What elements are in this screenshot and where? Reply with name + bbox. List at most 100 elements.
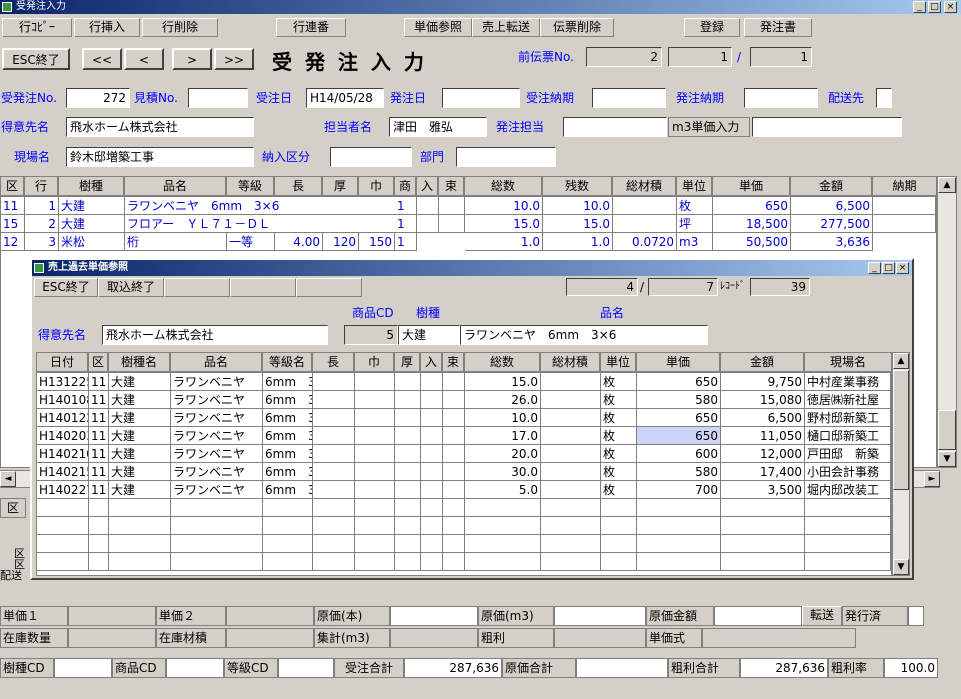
- grid-cell[interactable]: [395, 517, 421, 535]
- grid-cell[interactable]: [465, 499, 541, 517]
- grid-cell[interactable]: [355, 409, 395, 427]
- grid-cell[interactable]: [355, 391, 395, 409]
- grid-cell[interactable]: 米松: [59, 233, 125, 251]
- grid-cell[interactable]: 小田会計事務: [805, 463, 891, 481]
- grid-cell[interactable]: 650: [637, 409, 721, 427]
- grid-cell[interactable]: [541, 391, 601, 409]
- grid-cell[interactable]: [541, 409, 601, 427]
- grid-cell[interactable]: 11: [89, 481, 109, 499]
- grid-cell[interactable]: [395, 553, 421, 571]
- next-record-button[interactable]: >: [172, 48, 212, 70]
- grid-cell[interactable]: 枚: [601, 391, 637, 409]
- grid-cell[interactable]: [601, 553, 637, 571]
- scroll-up-icon[interactable]: ▲: [938, 177, 956, 193]
- grid-cell[interactable]: [421, 481, 443, 499]
- grid-cell[interactable]: 650: [713, 197, 791, 215]
- grid-cell[interactable]: 17.0: [465, 427, 541, 445]
- grid-cell[interactable]: 一等: [227, 233, 275, 251]
- grid-cell[interactable]: 野村邸新築工: [805, 409, 891, 427]
- customer-field[interactable]: 飛水ホーム株式会社: [66, 117, 254, 137]
- grid-cell[interactable]: [443, 463, 465, 481]
- grid-cell[interactable]: 大建: [109, 373, 171, 391]
- grid-cell[interactable]: [443, 373, 465, 391]
- grid-cell[interactable]: 6mm 3×6: [263, 463, 313, 481]
- grid-cell[interactable]: [421, 553, 443, 571]
- sales-transfer-button[interactable]: 売上転送: [472, 18, 540, 37]
- grid-cell[interactable]: 20.0: [465, 445, 541, 463]
- grid-cell[interactable]: 1: [395, 215, 417, 233]
- table-row[interactable]: H14021511大建ラワンベニヤ6mm 3×6 30.0 枚58017,400小田…: [37, 463, 891, 481]
- grid-cell[interactable]: 50,500: [713, 233, 791, 251]
- minimize-icon[interactable]: _: [913, 1, 926, 13]
- grid-cell[interactable]: [109, 535, 171, 553]
- grid-cell[interactable]: [355, 373, 395, 391]
- grid-cell[interactable]: 18,500: [713, 215, 791, 233]
- scroll-down-icon[interactable]: ▼: [938, 451, 956, 467]
- grade-cd-field[interactable]: [278, 658, 334, 678]
- grid-cell[interactable]: [637, 499, 721, 517]
- grid-cell[interactable]: [637, 553, 721, 571]
- grid-cell[interactable]: ラワンベニヤ: [171, 463, 263, 481]
- grid-cell[interactable]: [313, 463, 355, 481]
- grid-cell[interactable]: 枚: [601, 427, 637, 445]
- grid-cell[interactable]: 大建: [109, 445, 171, 463]
- grid-cell[interactable]: [541, 535, 601, 553]
- popup-scroll-up-icon[interactable]: ▲: [893, 353, 909, 369]
- grid-cell[interactable]: [421, 391, 443, 409]
- grid-cell[interactable]: [395, 409, 421, 427]
- grid-cell[interactable]: [263, 517, 313, 535]
- grid-cell[interactable]: [721, 553, 805, 571]
- grid-cell[interactable]: 3,500: [721, 481, 805, 499]
- grid-cell[interactable]: 枚: [677, 197, 713, 215]
- cost-m3-field[interactable]: [554, 606, 646, 626]
- grid-cell[interactable]: [395, 499, 421, 517]
- po-due-field[interactable]: [744, 88, 818, 108]
- grid-cell[interactable]: 15.0: [465, 215, 543, 233]
- scroll-right-icon[interactable]: ►: [924, 471, 940, 487]
- popup-scroll-thumb[interactable]: [893, 370, 909, 490]
- grid-cell[interactable]: [443, 391, 465, 409]
- order-date-field[interactable]: H14/05/28: [306, 88, 384, 108]
- grid-cell[interactable]: [601, 517, 637, 535]
- grid-cell[interactable]: [395, 535, 421, 553]
- grid-cell[interactable]: [541, 427, 601, 445]
- grid-cell[interactable]: 150: [359, 233, 395, 251]
- grid-cell[interactable]: 700: [637, 481, 721, 499]
- grid-cell[interactable]: H140203: [37, 427, 89, 445]
- po-document-button[interactable]: 発注書: [744, 18, 812, 37]
- scroll-thumb[interactable]: [938, 410, 956, 450]
- grid-cell[interactable]: [171, 517, 263, 535]
- grid-cell[interactable]: 580: [637, 391, 721, 409]
- grid-cell[interactable]: [721, 517, 805, 535]
- grid-cell[interactable]: [37, 535, 89, 553]
- grid-cell[interactable]: 10.0: [543, 197, 613, 215]
- grid-cell[interactable]: [263, 535, 313, 553]
- grid-cell[interactable]: [171, 499, 263, 517]
- grid-cell[interactable]: [355, 481, 395, 499]
- grid-cell[interactable]: [421, 427, 443, 445]
- grid-cell[interactable]: 26.0: [465, 391, 541, 409]
- grid-cell[interactable]: [443, 481, 465, 499]
- price-ref-button[interactable]: 単価参照: [404, 18, 472, 37]
- species-cd-field[interactable]: [54, 658, 112, 678]
- grid-cell[interactable]: [465, 535, 541, 553]
- quote-no-field[interactable]: [188, 88, 248, 108]
- row-insert-button[interactable]: 行挿入: [74, 18, 140, 37]
- grid-cell[interactable]: [313, 553, 355, 571]
- rep-field[interactable]: 津田 雅弘: [389, 117, 487, 137]
- grid-cell[interactable]: [421, 445, 443, 463]
- grid-cell[interactable]: 11: [89, 463, 109, 481]
- grid-cell[interactable]: H131225: [37, 373, 89, 391]
- grid-cell[interactable]: ラワンベニヤ: [171, 445, 263, 463]
- grid-cell[interactable]: 2: [25, 215, 59, 233]
- grid-cell[interactable]: 3: [25, 233, 59, 251]
- grid-cell[interactable]: 11: [89, 391, 109, 409]
- grid-cell[interactable]: 6mm 3×6: [263, 445, 313, 463]
- grid-cell[interactable]: 17,400: [721, 463, 805, 481]
- grid-cell[interactable]: [313, 409, 355, 427]
- grid-cell[interactable]: [89, 517, 109, 535]
- close-icon[interactable]: ×: [944, 1, 957, 13]
- grid-cell[interactable]: 6mm 3×6: [263, 409, 313, 427]
- cost-amount-field[interactable]: [714, 606, 802, 626]
- grid-cell[interactable]: ラワンベニヤ: [171, 427, 263, 445]
